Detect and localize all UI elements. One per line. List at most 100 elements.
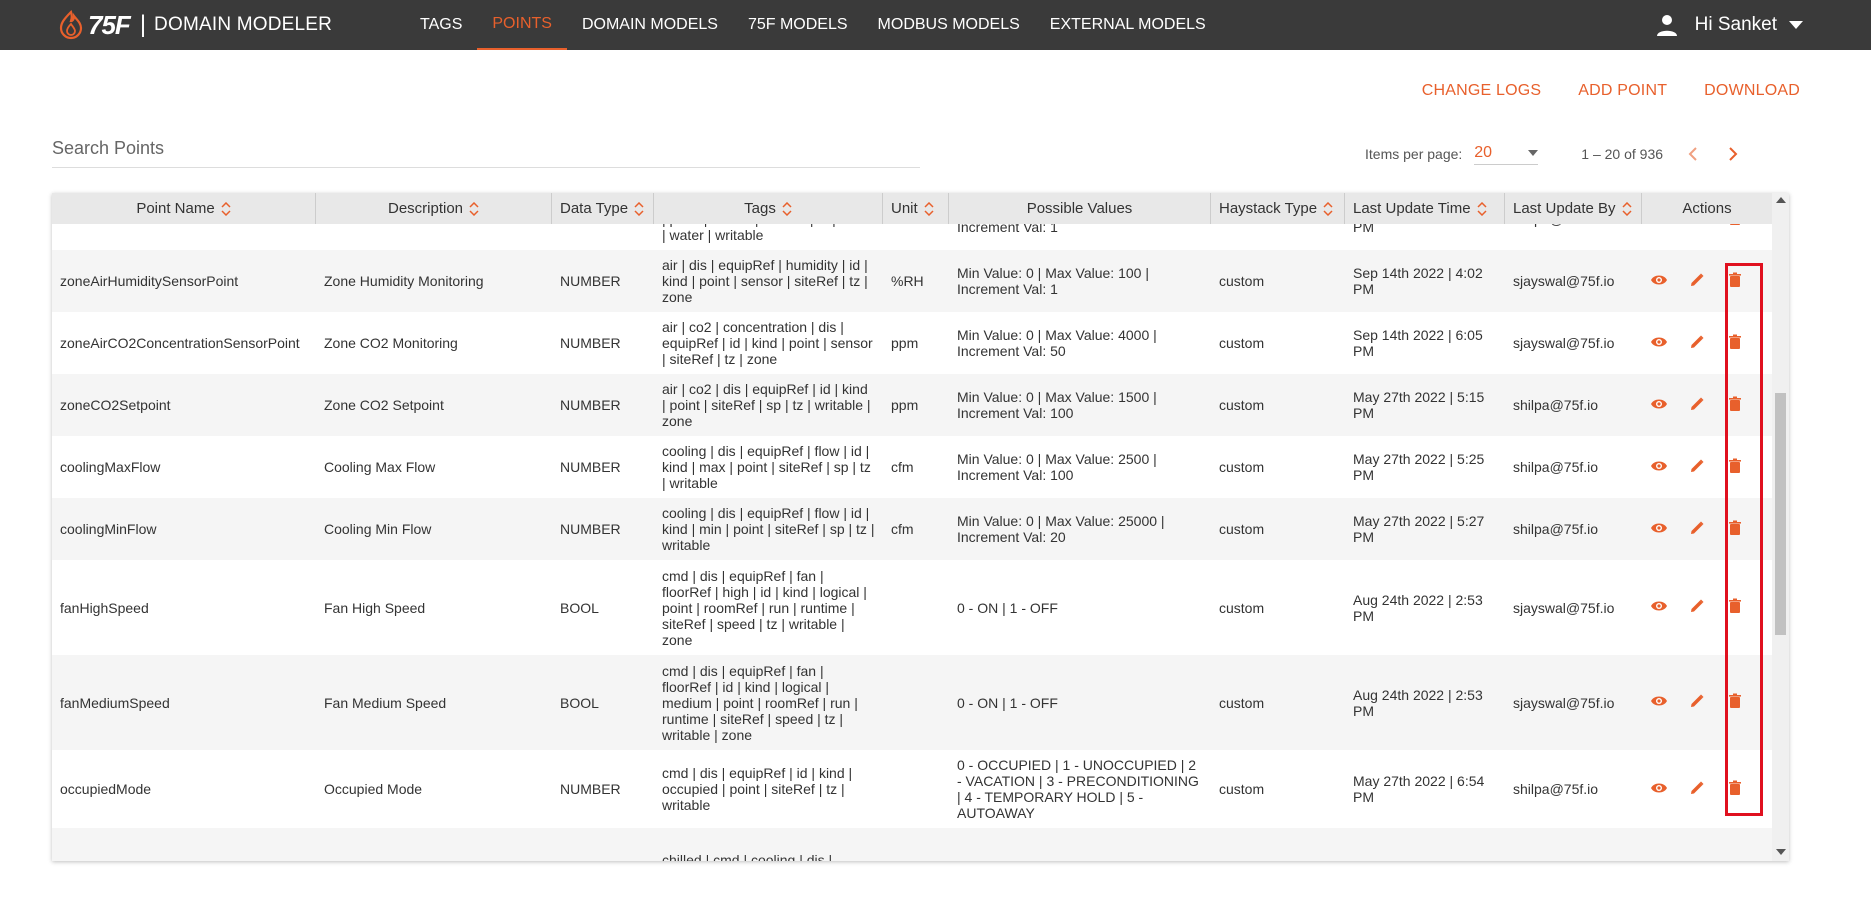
table-row[interactable]: reheatValveReheat ValveNUMBER air | cmd |… — [52, 224, 1772, 250]
view-button[interactable] — [1650, 224, 1668, 229]
cell-tags: air | cmd | dis | equipRef | id | kind |… — [662, 224, 872, 243]
edit-button[interactable] — [1688, 333, 1706, 353]
app-logo[interactable]: 75F | DOMAIN MODELER — [58, 0, 332, 50]
cell-desc: Zone Humidity Monitoring — [324, 273, 484, 289]
cell-name: coolingMaxFlow — [60, 459, 161, 475]
previous-page-button[interactable] — [1685, 146, 1701, 162]
view-button[interactable] — [1650, 395, 1668, 415]
tab-domain-models[interactable]: DOMAIN MODELS — [567, 0, 733, 50]
sort-icon — [924, 201, 934, 216]
delete-button[interactable] — [1726, 224, 1744, 229]
column-label: Possible Values — [1026, 200, 1133, 217]
view-button[interactable] — [1650, 457, 1668, 477]
table-row[interactable]: zoneCO2Setpoint Zone CO2 Setpoint NUMBER ai… — [52, 374, 1772, 436]
view-button[interactable] — [1650, 598, 1668, 618]
cell-time: May 27th 2022 | 6:54 PM — [1353, 773, 1485, 805]
pencil-icon — [1689, 272, 1705, 291]
column-header-description[interactable]: Description — [316, 193, 552, 224]
pencil-icon — [1689, 396, 1705, 415]
table-row[interactable]: coolingMinFlow Cooling Min Flow NUMBER cool… — [52, 498, 1772, 560]
pencil-icon — [1689, 780, 1705, 799]
scrollbar-thumb[interactable] — [1775, 393, 1786, 635]
tab-points[interactable]: POINTS — [477, 0, 567, 50]
cell-tags: cooling | dis | equipRef | flow | id | k… — [662, 505, 875, 553]
edit-button[interactable] — [1688, 519, 1706, 539]
items-per-page-select[interactable]: 20 — [1474, 142, 1539, 165]
cell-desc: Reheat Valve — [316, 224, 552, 227]
cell-unit: ppm — [891, 335, 919, 351]
view-button[interactable] — [1650, 693, 1668, 713]
cell-unit: % — [883, 224, 949, 227]
cell-by: shilpa@75f.io — [1513, 521, 1599, 537]
scroll-down-icon[interactable] — [1776, 849, 1786, 855]
cell-time: Sep 14th 2022 | 4:02 PM — [1353, 265, 1483, 297]
cell-time: May 27th 2022 | 5:25 PM — [1353, 451, 1485, 483]
column-header-data-type[interactable]: Data Type — [552, 193, 654, 224]
cell-tags: air | co2 | dis | equipRef | id | kind |… — [662, 381, 871, 429]
table-row[interactable]: zoneAirCO2ConcentrationSensorPoint Zone C… — [52, 312, 1772, 374]
column-header-last-update-by[interactable]: Last Update By — [1505, 193, 1642, 224]
cell-tags: cmd | dis | equipRef | fan | floorRef | … — [662, 662, 858, 743]
sort-icon — [782, 201, 792, 216]
page-actions: CHANGE LOGS ADD POINT DOWNLOAD — [1385, 82, 1800, 100]
view-button[interactable] — [1650, 519, 1668, 539]
edit-button[interactable] — [1688, 693, 1706, 713]
add-point-button[interactable]: ADD POINT — [1578, 82, 1667, 100]
top-navigation-bar: 75F | DOMAIN MODELER TAGS POINTS DOMAIN … — [0, 0, 1871, 50]
next-page-button[interactable] — [1725, 146, 1741, 162]
edit-button[interactable] — [1688, 224, 1706, 229]
pencil-icon — [1689, 334, 1705, 353]
cell-type: NUMBER — [560, 335, 621, 351]
download-button[interactable]: DOWNLOAD — [1704, 82, 1800, 100]
table-row[interactable]: occupiedMode Occupied Mode NUMBER cmd | dis… — [52, 750, 1772, 828]
cell-desc: Zone CO2 Setpoint — [324, 397, 444, 413]
edit-button[interactable] — [1688, 598, 1706, 618]
table-row[interactable]: coolingMaxFlow Cooling Max Flow NUMBER cool… — [52, 436, 1772, 498]
tab-external-models[interactable]: EXTERNAL MODELS — [1035, 0, 1221, 50]
column-label: Last Update By — [1513, 200, 1616, 217]
cell-type: NUMBER — [560, 781, 621, 797]
cell-type: NUMBER — [560, 521, 621, 537]
user-menu[interactable]: Hi Sanket — [1655, 0, 1803, 50]
table-row[interactable]: fanMediumSpeed Fan Medium Speed BOOL cmd | … — [52, 655, 1772, 750]
column-header-last-update-time[interactable]: Last Update Time — [1345, 193, 1505, 224]
table-row[interactable]: chilled | cmd | cooling | dis | equipRef… — [52, 828, 1772, 861]
cell-by: sjayswal@75f.io — [1513, 599, 1615, 616]
view-button[interactable] — [1650, 333, 1668, 353]
table-row[interactable]: fanHighSpeed Fan High Speed BOOL cmd | dis … — [52, 560, 1772, 655]
tab-75f-models[interactable]: 75F MODELS — [733, 0, 863, 50]
edit-button[interactable] — [1688, 271, 1706, 291]
cell-pv: Min Value: 0 | Max Value: 1500 | Increme… — [957, 389, 1157, 421]
edit-button[interactable] — [1688, 457, 1706, 477]
column-header-haystack-type[interactable]: Haystack Type — [1211, 193, 1345, 224]
cell-name: occupiedMode — [60, 781, 152, 797]
main-nav: TAGS POINTS DOMAIN MODELS 75F MODELS MOD… — [405, 0, 1221, 50]
row-actions — [1642, 224, 1772, 229]
table-header: Point Name Description Data Type Tags Un… — [52, 193, 1772, 224]
cell-desc: Fan High Speed — [324, 599, 426, 616]
column-header-possible-values: Possible Values — [949, 193, 1211, 224]
column-header-unit[interactable]: Unit — [883, 193, 949, 224]
edit-button[interactable] — [1688, 395, 1706, 415]
scroll-up-icon[interactable] — [1776, 197, 1786, 203]
eye-icon — [1650, 521, 1668, 538]
edit-button[interactable] — [1688, 779, 1706, 799]
column-header-tags[interactable]: Tags — [654, 193, 883, 224]
table-row[interactable]: zoneAirHumiditySensorPoint Zone Humidity … — [52, 250, 1772, 312]
tab-modbus-models[interactable]: MODBUS MODELS — [863, 0, 1035, 50]
sort-icon — [221, 201, 231, 216]
cell-time: May 27th 2022 | 5:09 PM — [1353, 224, 1374, 235]
view-button[interactable] — [1650, 271, 1668, 291]
view-button[interactable] — [1650, 779, 1668, 799]
change-logs-button[interactable]: CHANGE LOGS — [1422, 82, 1542, 100]
tab-tags[interactable]: TAGS — [405, 0, 477, 50]
cell-type: NUMBER — [552, 224, 654, 227]
eye-icon — [1650, 224, 1668, 228]
eye-icon — [1650, 694, 1668, 711]
vertical-scrollbar[interactable] — [1772, 193, 1789, 861]
delete-column-highlight — [1725, 263, 1763, 816]
search-input[interactable] — [52, 138, 920, 159]
table-body-viewport: reheatValveReheat ValveNUMBERair | cmd |… — [52, 224, 1772, 861]
cell-tags: chilled | cmd | cooling | dis | equipRef… — [662, 852, 833, 861]
column-header-point-name[interactable]: Point Name — [52, 193, 316, 224]
